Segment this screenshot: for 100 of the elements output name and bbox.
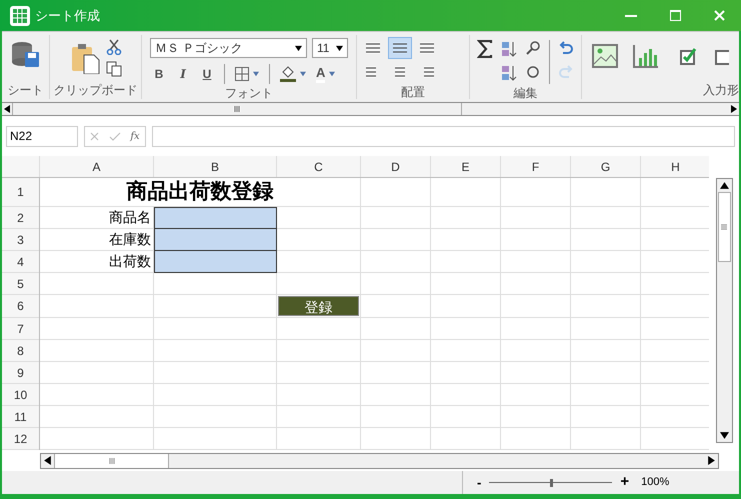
- paste-button[interactable]: [70, 42, 100, 74]
- row-header[interactable]: 11: [2, 406, 39, 428]
- table-cell[interactable]: [501, 406, 571, 428]
- font-size-dropdown[interactable]: 11: [312, 38, 348, 58]
- table-cell[interactable]: [154, 362, 277, 384]
- caret-down-icon[interactable]: [720, 431, 728, 440]
- column-header[interactable]: A: [40, 156, 154, 177]
- table-cell[interactable]: [571, 251, 641, 273]
- table-cell[interactable]: [277, 318, 361, 340]
- table-cell[interactable]: [571, 229, 641, 251]
- table-cell[interactable]: [501, 251, 571, 273]
- table-cell[interactable]: [40, 406, 154, 428]
- row-header[interactable]: 6: [2, 295, 39, 318]
- table-cell[interactable]: [361, 207, 431, 229]
- table-cell[interactable]: [571, 428, 641, 450]
- grip-icon[interactable]: [234, 106, 240, 112]
- column-header[interactable]: G: [571, 156, 641, 177]
- table-cell[interactable]: [361, 362, 431, 384]
- vertical-scrollbar[interactable]: [716, 178, 732, 443]
- table-cell[interactable]: [154, 318, 277, 340]
- caret-left-icon[interactable]: [3, 105, 11, 113]
- table-cell[interactable]: [277, 406, 361, 428]
- row-header[interactable]: 3: [2, 229, 39, 251]
- table-cell[interactable]: [277, 340, 361, 362]
- font-style-button[interactable]: U: [200, 65, 214, 83]
- sum-icon[interactable]: [477, 40, 493, 58]
- row-header[interactable]: 5: [2, 273, 39, 295]
- borders-button[interactable]: [235, 67, 259, 81]
- register-button[interactable]: 登録: [278, 296, 359, 316]
- table-cell[interactable]: [361, 295, 431, 318]
- row-header[interactable]: 10: [2, 384, 39, 406]
- row-header[interactable]: 2: [2, 207, 39, 229]
- table-cell[interactable]: [501, 229, 571, 251]
- input-cell[interactable]: [154, 251, 277, 273]
- table-cell[interactable]: [431, 362, 501, 384]
- table-cell[interactable]: [154, 406, 277, 428]
- table-cell[interactable]: [40, 273, 154, 295]
- grip-icon[interactable]: [721, 224, 727, 230]
- font-name-dropdown[interactable]: ＭＳ Ｐゴシック: [150, 38, 307, 58]
- table-cell[interactable]: [431, 273, 501, 295]
- formula-field[interactable]: [152, 126, 735, 146]
- table-cell[interactable]: [571, 178, 641, 207]
- font-color-button[interactable]: A: [316, 66, 326, 82]
- column-header[interactable]: B: [154, 156, 277, 177]
- table-cell[interactable]: [361, 178, 431, 207]
- table-cell[interactable]: [277, 362, 361, 384]
- table-cell[interactable]: [361, 340, 431, 362]
- fill-color-button[interactable]: [280, 66, 306, 82]
- zoom-in-button[interactable]: +: [620, 471, 630, 494]
- table-cell[interactable]: [277, 428, 361, 450]
- horizontal-scrollbar[interactable]: [40, 452, 719, 468]
- table-cell[interactable]: [154, 340, 277, 362]
- table-cell[interactable]: [431, 406, 501, 428]
- table-cell[interactable]: [277, 273, 361, 295]
- table-cell[interactable]: [277, 251, 361, 273]
- table-cell[interactable]: [361, 229, 431, 251]
- table-cell[interactable]: [40, 318, 154, 340]
- table-cell[interactable]: [154, 295, 277, 318]
- row-header[interactable]: 8: [2, 340, 39, 362]
- table-cell[interactable]: [501, 384, 571, 406]
- row-header[interactable]: 4: [2, 251, 39, 273]
- table-cell[interactable]: [501, 207, 571, 229]
- table-cell[interactable]: [571, 384, 641, 406]
- table-cell[interactable]: [501, 273, 571, 295]
- table-cell[interactable]: [40, 362, 154, 384]
- table-cell[interactable]: [40, 295, 154, 318]
- table-cell[interactable]: [361, 428, 431, 450]
- column-header[interactable]: H: [641, 156, 709, 177]
- caret-up-icon[interactable]: [720, 181, 728, 190]
- font-style-button[interactable]: I: [176, 65, 190, 83]
- table-cell[interactable]: [154, 428, 277, 450]
- table-cell[interactable]: [361, 406, 431, 428]
- table-cell[interactable]: [431, 318, 501, 340]
- table-cell[interactable]: [277, 229, 361, 251]
- table-cell[interactable]: [571, 362, 641, 384]
- table-cell[interactable]: [571, 207, 641, 229]
- zoom-out-button[interactable]: -: [477, 472, 482, 492]
- table-cell[interactable]: [571, 406, 641, 428]
- column-header[interactable]: D: [361, 156, 431, 177]
- column-header[interactable]: F: [501, 156, 571, 177]
- caret-right-icon[interactable]: [730, 105, 738, 113]
- table-cell[interactable]: [40, 428, 154, 450]
- copy-button[interactable]: [106, 61, 122, 77]
- table-cell[interactable]: [501, 428, 571, 450]
- table-cell[interactable]: [501, 178, 571, 207]
- column-header[interactable]: E: [431, 156, 501, 177]
- table-cell[interactable]: [361, 251, 431, 273]
- input-cell[interactable]: [154, 229, 277, 251]
- table-cell[interactable]: [571, 318, 641, 340]
- align-button[interactable]: [388, 37, 412, 59]
- grip-icon[interactable]: [108, 458, 114, 464]
- table-cell[interactable]: [277, 207, 361, 229]
- table-cell[interactable]: [431, 251, 501, 273]
- name-box[interactable]: N22: [6, 126, 78, 146]
- table-cell[interactable]: [571, 340, 641, 362]
- row-header[interactable]: 12: [2, 428, 39, 450]
- table-cell[interactable]: [501, 362, 571, 384]
- table-cell[interactable]: [571, 295, 641, 318]
- table-cell[interactable]: [501, 340, 571, 362]
- caret-right-icon[interactable]: [707, 456, 716, 465]
